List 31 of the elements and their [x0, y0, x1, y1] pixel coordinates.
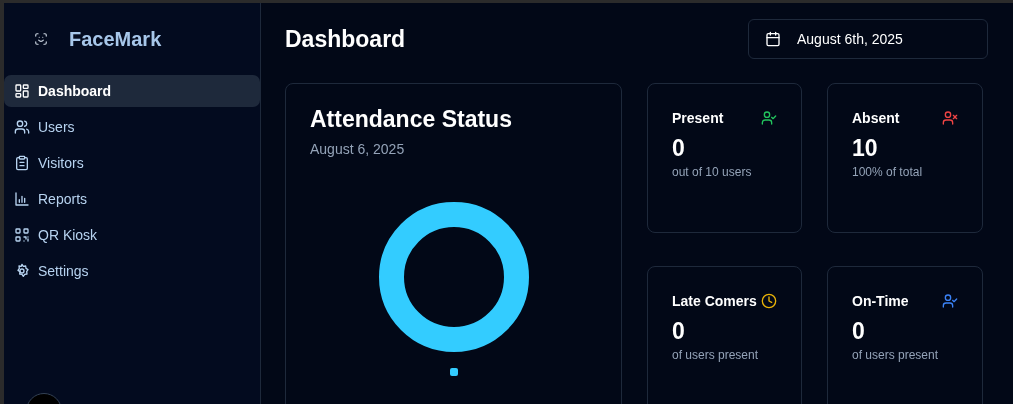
stat-caption: of users present [852, 347, 940, 362]
card-title: Attendance Status [310, 106, 513, 133]
stat-value: 10 [852, 135, 879, 162]
stat-label: Present [672, 110, 724, 126]
nav-item[interactable]: Reports [4, 183, 260, 215]
nav-item[interactable]: Settings [4, 255, 260, 287]
face-scan-icon [34, 32, 48, 46]
card-date: August 6, 2025 [310, 141, 406, 157]
stat-value: 0 [672, 317, 686, 345]
nav-item[interactable]: Visitors [4, 147, 260, 179]
settings-icon [14, 263, 30, 279]
brand-name: FaceMark [69, 27, 162, 51]
stat-label: Late Comers [672, 292, 757, 309]
stat-caption: 100% of total [852, 165, 924, 179]
stat-caption: out of 10 users [672, 165, 753, 179]
nav-item[interactable]: Users [4, 111, 260, 143]
calendar-icon [765, 31, 781, 47]
bar-chart-icon [14, 191, 30, 207]
date-picker-button[interactable]: August 6th, 2025 [748, 19, 988, 59]
clipboard-icon [14, 155, 30, 171]
stat-label: Absent [852, 110, 900, 126]
users-icon [14, 119, 30, 135]
nav-item[interactable]: QR Kiosk [4, 219, 260, 251]
stat-value: 0 [672, 135, 686, 162]
stat-label: On-Time [852, 292, 909, 309]
stat-value: 0 [852, 317, 866, 345]
page-title: Dashboard [285, 25, 406, 53]
qr-code-icon [14, 227, 30, 243]
grid-icon [14, 83, 30, 99]
nav-item[interactable]: Dashboard [4, 75, 260, 107]
stat-caption: of users present [672, 347, 760, 362]
